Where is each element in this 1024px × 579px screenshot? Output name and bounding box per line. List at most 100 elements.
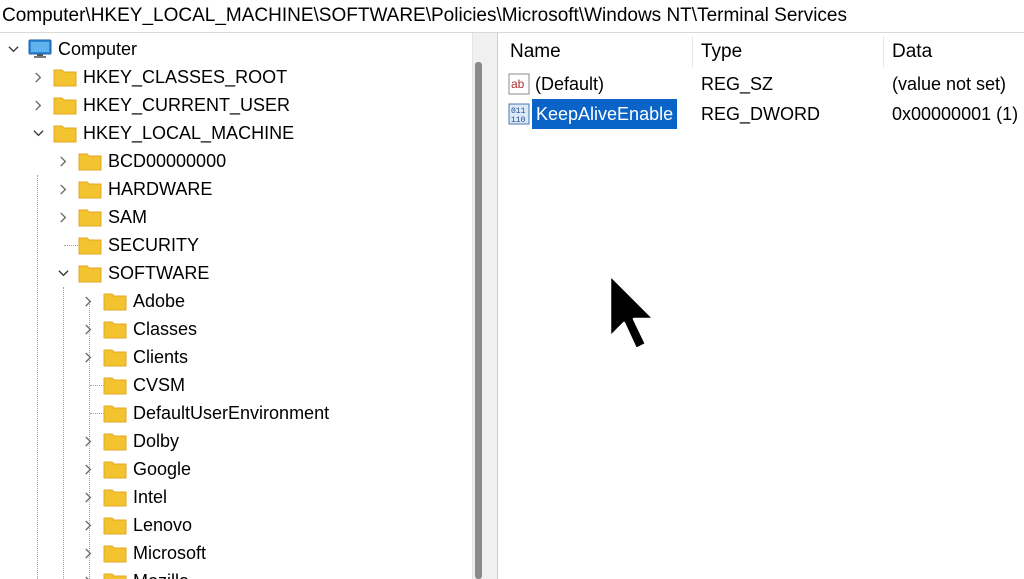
chevron-right-icon[interactable] bbox=[79, 343, 97, 371]
column-header-name[interactable]: Name bbox=[498, 33, 692, 69]
tree-node-label: Mozilla bbox=[133, 571, 189, 579]
chevron-right-icon[interactable] bbox=[79, 287, 97, 315]
svg-text:ab: ab bbox=[511, 77, 525, 91]
tree-node-bcd[interactable]: BCD00000000 bbox=[54, 147, 226, 175]
tree-node-label: Intel bbox=[133, 486, 168, 507]
computer-icon bbox=[28, 39, 52, 58]
tree-node-label: HKEY_CLASSES_ROOT bbox=[83, 66, 288, 87]
values-list: Name Type Data ab (Default) REG_SZ (valu… bbox=[498, 33, 1024, 579]
chevron-right-icon[interactable] bbox=[79, 455, 97, 483]
chevron-right-icon[interactable] bbox=[79, 483, 97, 511]
tree-node-label: SAM bbox=[108, 206, 148, 227]
value-name[interactable]: KeepAliveEnable bbox=[530, 98, 679, 130]
string-value-icon: ab bbox=[508, 73, 530, 95]
tree-node-hardware[interactable]: HARDWARE bbox=[54, 175, 212, 203]
value-type: REG_SZ bbox=[701, 74, 774, 94]
value-data: (value not set) bbox=[892, 74, 1007, 94]
folder-icon bbox=[103, 377, 127, 395]
tree-node-label: Clients bbox=[133, 346, 189, 367]
tree-node-security[interactable]: SECURITY bbox=[54, 231, 199, 259]
chevron-right-icon[interactable] bbox=[79, 315, 97, 343]
folder-icon bbox=[103, 489, 127, 507]
column-header-data[interactable]: Data bbox=[880, 33, 1024, 69]
tree-node-label: Adobe bbox=[133, 290, 186, 311]
folder-icon bbox=[103, 293, 127, 311]
chevron-right-icon[interactable] bbox=[79, 427, 97, 455]
chevron-down-icon[interactable] bbox=[4, 35, 22, 63]
folder-icon bbox=[103, 433, 127, 451]
tree-node-label: BCD00000000 bbox=[108, 150, 227, 171]
tree-node-label: SOFTWARE bbox=[108, 262, 210, 283]
dword-value-icon: 011 110 bbox=[508, 103, 530, 125]
folder-icon bbox=[103, 573, 127, 579]
chevron-right-icon[interactable] bbox=[54, 175, 72, 203]
chevron-right-icon[interactable] bbox=[29, 91, 47, 119]
value-type: REG_DWORD bbox=[701, 104, 821, 124]
address-bar[interactable]: Computer\HKEY_LOCAL_MACHINE\SOFTWARE\Pol… bbox=[0, 0, 1024, 33]
folder-icon bbox=[53, 69, 77, 87]
tree-node-label: DefaultUserEnvironment bbox=[133, 402, 330, 423]
tree-node-dolby[interactable]: Dolby bbox=[79, 427, 179, 455]
tree-guide-line bbox=[37, 175, 38, 579]
tree-node-label: CVSM bbox=[133, 374, 186, 395]
folder-icon bbox=[103, 349, 127, 367]
folder-icon bbox=[78, 153, 102, 171]
value-row-keepaliveenable[interactable]: 011 110 KeepAliveEnable REG_DWORD 0x0000… bbox=[498, 98, 1024, 130]
tree-node-classes[interactable]: Classes bbox=[79, 315, 197, 343]
tree-node-clients[interactable]: Clients bbox=[79, 343, 188, 371]
folder-icon bbox=[103, 321, 127, 339]
folder-icon bbox=[103, 461, 127, 479]
tree-node-software[interactable]: SOFTWARE bbox=[54, 259, 209, 287]
folder-icon bbox=[78, 181, 102, 199]
folder-icon bbox=[103, 545, 127, 563]
tree-node-hkcu[interactable]: HKEY_CURRENT_USER bbox=[29, 91, 290, 119]
tree-node-mozilla[interactable]: Mozilla bbox=[79, 567, 189, 579]
folder-icon bbox=[78, 209, 102, 227]
value-data: 0x00000001 (1) bbox=[892, 104, 1019, 124]
registry-tree: Computer HKEY_CLASSES_ROOT HKEY_CURRENT_… bbox=[0, 33, 472, 579]
tree-node-label: HARDWARE bbox=[108, 178, 213, 199]
folder-icon bbox=[53, 97, 77, 115]
value-name: (Default) bbox=[535, 74, 605, 94]
tree-node-label: Classes bbox=[133, 318, 198, 339]
chevron-right-icon[interactable] bbox=[54, 203, 72, 231]
svg-text:110: 110 bbox=[511, 116, 526, 125]
tree-node-cvsm[interactable]: CVSM bbox=[79, 371, 185, 399]
chevron-right-icon[interactable] bbox=[79, 539, 97, 567]
folder-icon bbox=[78, 265, 102, 283]
folder-icon bbox=[53, 125, 77, 143]
chevron-down-icon[interactable] bbox=[29, 119, 47, 147]
tree-node-label: HKEY_CURRENT_USER bbox=[83, 94, 291, 115]
tree-node-microsoft[interactable]: Microsoft bbox=[79, 539, 206, 567]
tree-node-lenovo[interactable]: Lenovo bbox=[79, 511, 192, 539]
svg-text:011: 011 bbox=[511, 107, 526, 116]
tree-node-hkcr[interactable]: HKEY_CLASSES_ROOT bbox=[29, 63, 287, 91]
mouse-cursor-icon bbox=[608, 273, 656, 351]
tree-node-label: SECURITY bbox=[108, 234, 200, 255]
tree-node-adobe[interactable]: Adobe bbox=[79, 287, 185, 315]
tree-node-computer[interactable]: Computer bbox=[4, 35, 137, 63]
tree-node-label: HKEY_LOCAL_MACHINE bbox=[83, 122, 295, 143]
tree-guide-line bbox=[63, 287, 64, 579]
chevron-right-icon[interactable] bbox=[79, 511, 97, 539]
chevron-right-icon[interactable] bbox=[29, 63, 47, 91]
tree-node-hklm[interactable]: HKEY_LOCAL_MACHINE bbox=[29, 119, 294, 147]
chevron-down-icon[interactable] bbox=[54, 259, 72, 287]
tree-node-label: Microsoft bbox=[133, 542, 207, 563]
tree-node-defaultuserenvironment[interactable]: DefaultUserEnvironment bbox=[79, 399, 329, 427]
tree-node-label: Lenovo bbox=[133, 514, 193, 535]
folder-icon bbox=[103, 517, 127, 535]
tree-node-label: Google bbox=[133, 458, 192, 479]
value-row-default[interactable]: ab (Default) REG_SZ (value not set) bbox=[498, 69, 1024, 99]
tree-node-sam[interactable]: SAM bbox=[54, 203, 147, 231]
chevron-right-icon[interactable] bbox=[54, 147, 72, 175]
tree-node-label: Computer bbox=[58, 38, 138, 59]
tree-scrollbar-thumb[interactable] bbox=[475, 62, 482, 579]
tree-node-label: Dolby bbox=[133, 430, 180, 451]
chevron-right-icon[interactable] bbox=[79, 567, 97, 579]
column-header-type[interactable]: Type bbox=[689, 33, 883, 69]
tree-node-google[interactable]: Google bbox=[79, 455, 191, 483]
folder-icon bbox=[78, 237, 102, 255]
tree-node-intel[interactable]: Intel bbox=[79, 483, 167, 511]
folder-icon bbox=[103, 405, 127, 423]
